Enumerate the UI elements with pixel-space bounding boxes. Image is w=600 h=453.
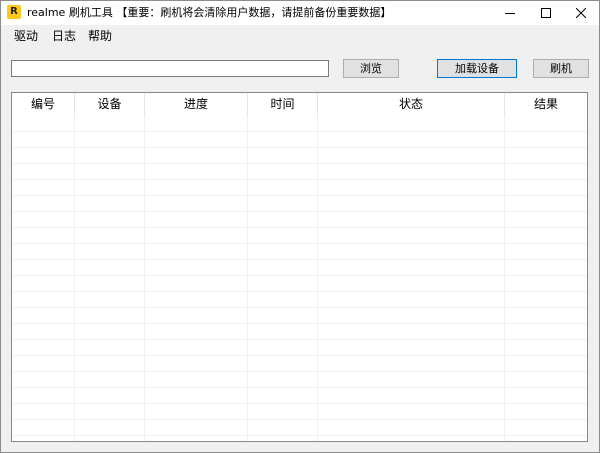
grid-column-line [317,115,318,441]
menu-item-log[interactable]: 日志 [52,29,76,43]
grid-row-line [12,355,587,356]
device-table[interactable]: 编号 设备 进度 时间 状态 结果 [11,92,588,442]
grid-column-line [74,115,75,441]
column-header-time[interactable]: 时间 [248,93,318,115]
column-header-status[interactable]: 状态 [318,93,505,115]
grid-column-line [144,115,145,441]
menu-item-driver[interactable]: 驱动 [14,29,38,43]
realme-app-icon: R [7,5,21,19]
maximize-button[interactable] [528,1,564,25]
browse-button[interactable]: 浏览 [343,59,399,78]
grid-row-line [12,339,587,340]
column-header-number[interactable]: 编号 [12,93,75,115]
flash-button[interactable]: 刷机 [533,59,589,78]
grid-row-line [12,147,587,148]
minimize-icon [505,13,515,14]
firmware-path-input[interactable] [11,60,329,77]
grid-row-line [12,307,587,308]
grid-column-line [247,115,248,441]
menu-bar: 驱动 日志 帮助 [1,25,599,47]
grid-row-line [12,323,587,324]
grid-row-line [12,179,587,180]
grid-row-line [12,259,587,260]
grid-row-line [12,243,587,244]
close-button[interactable] [563,1,599,25]
table-header: 编号 设备 进度 时间 状态 结果 [12,93,587,115]
window-title: realme 刷机工具 【重要：刷机将会清除用户数据，请提前备份重要数据】 [27,6,392,19]
grid-row-line [12,131,587,132]
minimize-button[interactable] [492,1,528,25]
grid-row-line [12,195,587,196]
title-bar[interactable]: R realme 刷机工具 【重要：刷机将会清除用户数据，请提前备份重要数据】 [1,1,599,25]
grid-row-line [12,371,587,372]
grid-row-line [12,163,587,164]
column-header-result[interactable]: 结果 [505,93,587,115]
close-icon [576,8,586,18]
maximize-icon [541,8,551,18]
grid-row-line [12,275,587,276]
grid-row-line [12,227,587,228]
column-header-progress[interactable]: 进度 [145,93,248,115]
grid-row-line [12,387,587,388]
grid-column-line [587,115,588,442]
grid-row-line [12,291,587,292]
menu-item-help[interactable]: 帮助 [88,29,112,43]
grid-row-line [12,211,587,212]
grid-column-line [504,115,505,441]
app-window: R realme 刷机工具 【重要：刷机将会清除用户数据，请提前备份重要数据】 … [0,0,600,453]
grid-row-line [12,419,587,420]
column-header-device[interactable]: 设备 [75,93,145,115]
grid-row-line [12,435,587,436]
grid-row-line [12,403,587,404]
load-device-button[interactable]: 加载设备 [437,59,517,78]
